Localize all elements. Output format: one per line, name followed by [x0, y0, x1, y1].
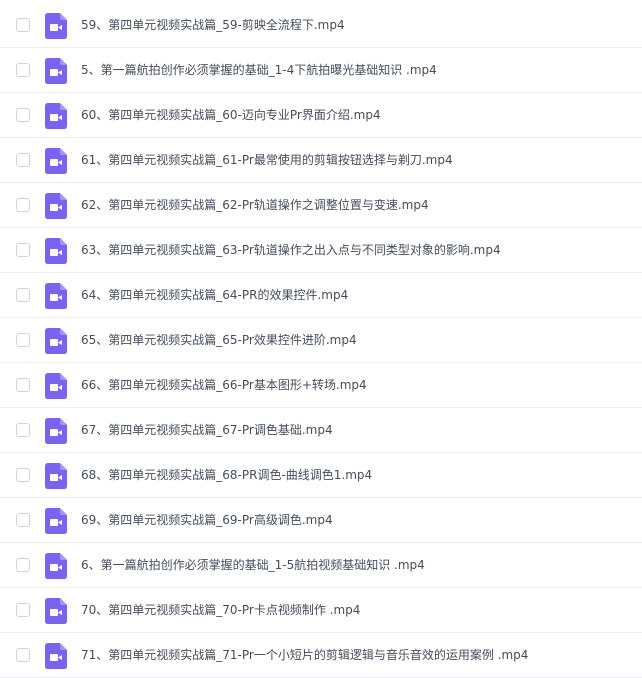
- row-checkbox[interactable]: [16, 108, 30, 122]
- row-checkbox[interactable]: [16, 423, 30, 437]
- file-name[interactable]: 6、第一篇航拍创作必须掌握的基础_1-5航拍视频基础知识 .mp4: [81, 543, 425, 587]
- file-name[interactable]: 68、第四单元视频实战篇_68-PR调色-曲线调色1.mp4: [81, 453, 372, 497]
- file-list: 59、第四单元视频实战篇_59-剪映全流程下.mp4 5、第一篇航拍创作必须掌握…: [0, 0, 642, 678]
- file-row[interactable]: 6、第一篇航拍创作必须掌握的基础_1-5航拍视频基础知识 .mp4: [0, 543, 642, 588]
- video-file-icon: [45, 553, 67, 579]
- row-checkbox[interactable]: [16, 18, 30, 32]
- file-row[interactable]: 67、第四单元视频实战篇_67-Pr调色基础.mp4: [0, 408, 642, 453]
- video-file-icon: [45, 148, 67, 174]
- row-checkbox[interactable]: [16, 648, 30, 662]
- file-row[interactable]: 68、第四单元视频实战篇_68-PR调色-曲线调色1.mp4: [0, 453, 642, 498]
- row-checkbox[interactable]: [16, 513, 30, 527]
- file-name[interactable]: 59、第四单元视频实战篇_59-剪映全流程下.mp4: [81, 3, 345, 47]
- file-name[interactable]: 60、第四单元视频实战篇_60-迈向专业Pr界面介绍.mp4: [81, 93, 381, 137]
- file-row[interactable]: 66、第四单元视频实战篇_66-Pr基本图形+转场.mp4: [0, 363, 642, 408]
- file-row[interactable]: 65、第四单元视频实战篇_65-Pr效果控件进阶.mp4: [0, 318, 642, 363]
- file-row[interactable]: 59、第四单元视频实战篇_59-剪映全流程下.mp4: [0, 3, 642, 48]
- file-name[interactable]: 69、第四单元视频实战篇_69-Pr高级调色.mp4: [81, 498, 333, 542]
- video-file-icon: [45, 13, 67, 39]
- row-checkbox[interactable]: [16, 153, 30, 167]
- file-row[interactable]: 71、第四单元视频实战篇_71-Pr一个小短片的剪辑逻辑与音乐音效的运用案例 .…: [0, 633, 642, 678]
- row-checkbox[interactable]: [16, 603, 30, 617]
- file-name[interactable]: 71、第四单元视频实战篇_71-Pr一个小短片的剪辑逻辑与音乐音效的运用案例 .…: [81, 633, 528, 677]
- file-row[interactable]: 63、第四单元视频实战篇_63-Pr轨道操作之出入点与不同类型对象的影响.mp4: [0, 228, 642, 273]
- file-row[interactable]: 69、第四单元视频实战篇_69-Pr高级调色.mp4: [0, 498, 642, 543]
- video-file-icon: [45, 238, 67, 264]
- file-name[interactable]: 65、第四单元视频实战篇_65-Pr效果控件进阶.mp4: [81, 318, 357, 362]
- file-name[interactable]: 62、第四单元视频实战篇_62-Pr轨道操作之调整位置与变速.mp4: [81, 183, 429, 227]
- row-checkbox[interactable]: [16, 288, 30, 302]
- file-row[interactable]: 5、第一篇航拍创作必须掌握的基础_1-4下航拍曝光基础知识 .mp4: [0, 48, 642, 93]
- video-file-icon: [45, 643, 67, 669]
- file-name[interactable]: 66、第四单元视频实战篇_66-Pr基本图形+转场.mp4: [81, 363, 367, 407]
- video-file-icon: [45, 283, 67, 309]
- video-file-icon: [45, 373, 67, 399]
- row-checkbox[interactable]: [16, 243, 30, 257]
- file-name[interactable]: 67、第四单元视频实战篇_67-Pr调色基础.mp4: [81, 408, 333, 452]
- video-file-icon: [45, 103, 67, 129]
- file-row[interactable]: 62、第四单元视频实战篇_62-Pr轨道操作之调整位置与变速.mp4: [0, 183, 642, 228]
- row-checkbox[interactable]: [16, 378, 30, 392]
- video-file-icon: [45, 58, 67, 84]
- video-file-icon: [45, 598, 67, 624]
- video-file-icon: [45, 193, 67, 219]
- file-name[interactable]: 70、第四单元视频实战篇_70-Pr卡点视频制作 .mp4: [81, 588, 360, 632]
- video-file-icon: [45, 463, 67, 489]
- file-name[interactable]: 63、第四单元视频实战篇_63-Pr轨道操作之出入点与不同类型对象的影响.mp4: [81, 228, 501, 272]
- file-name[interactable]: 64、第四单元视频实战篇_64-PR的效果控件.mp4: [81, 273, 348, 317]
- file-row[interactable]: 64、第四单元视频实战篇_64-PR的效果控件.mp4: [0, 273, 642, 318]
- row-checkbox[interactable]: [16, 63, 30, 77]
- file-row[interactable]: 60、第四单元视频实战篇_60-迈向专业Pr界面介绍.mp4: [0, 93, 642, 138]
- row-checkbox[interactable]: [16, 468, 30, 482]
- video-file-icon: [45, 328, 67, 354]
- file-row[interactable]: 70、第四单元视频实战篇_70-Pr卡点视频制作 .mp4: [0, 588, 642, 633]
- row-checkbox[interactable]: [16, 333, 30, 347]
- video-file-icon: [45, 508, 67, 534]
- file-row[interactable]: 61、第四单元视频实战篇_61-Pr最常使用的剪辑按钮选择与剃刀.mp4: [0, 138, 642, 183]
- file-name[interactable]: 5、第一篇航拍创作必须掌握的基础_1-4下航拍曝光基础知识 .mp4: [81, 48, 437, 92]
- file-name[interactable]: 61、第四单元视频实战篇_61-Pr最常使用的剪辑按钮选择与剃刀.mp4: [81, 138, 453, 182]
- row-checkbox[interactable]: [16, 558, 30, 572]
- row-checkbox[interactable]: [16, 198, 30, 212]
- video-file-icon: [45, 418, 67, 444]
